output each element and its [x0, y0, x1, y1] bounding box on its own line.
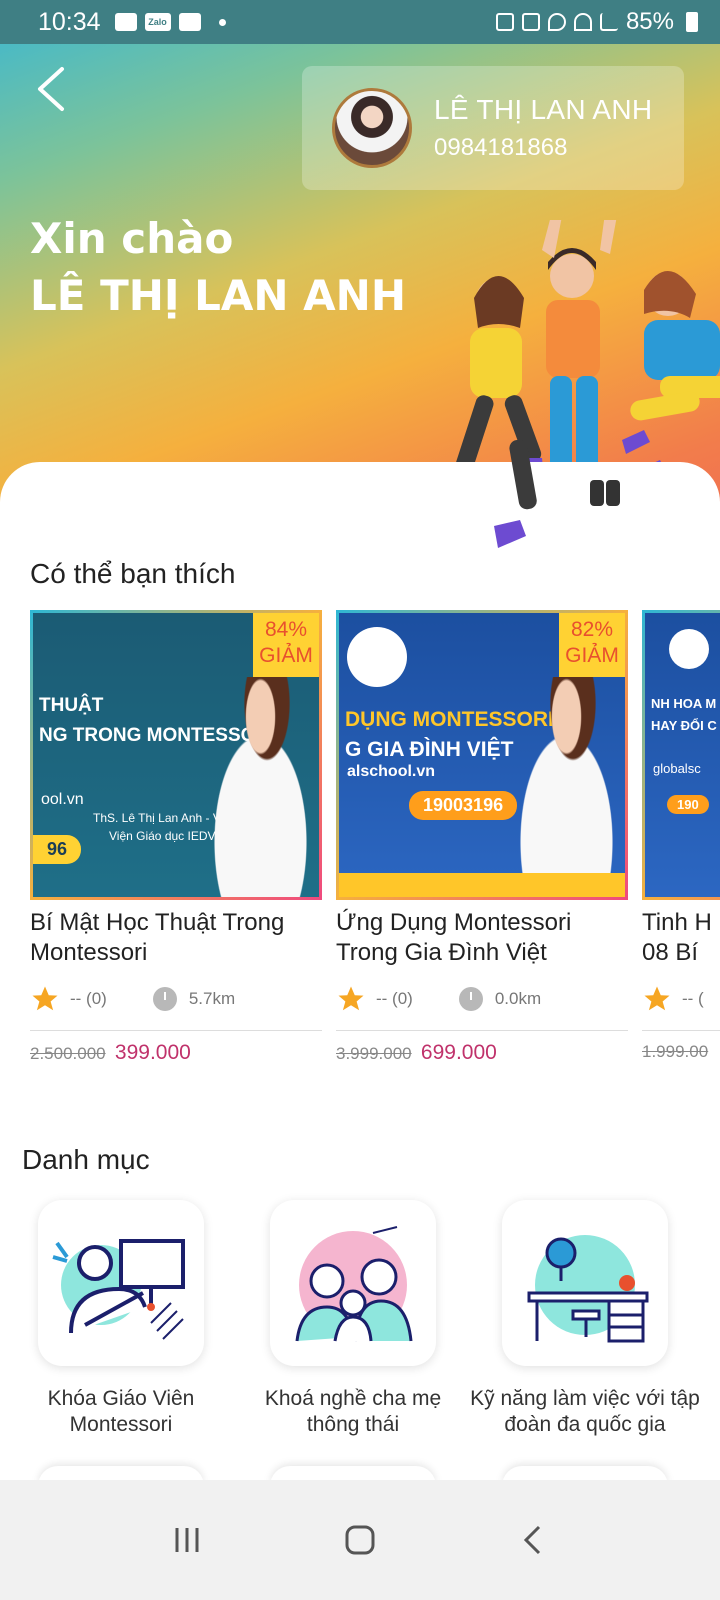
avatar — [332, 88, 412, 168]
course-price: 2.500.000 399.000 — [30, 1041, 322, 1065]
recommend-section-title: Có thể bạn thích — [30, 558, 236, 589]
category-tile[interactable] — [502, 1200, 668, 1366]
youtube-icon — [178, 13, 201, 31]
star-icon — [32, 986, 58, 1011]
wifi-icon — [573, 13, 592, 31]
signal-icon — [599, 13, 618, 31]
star-icon — [644, 986, 670, 1011]
category-item[interactable]: Khóa Giáo Viên Montessori — [6, 1200, 236, 1438]
back-button[interactable] — [30, 64, 70, 114]
mute-icon — [521, 13, 540, 31]
course-price: 3.999.000 699.000 — [336, 1041, 628, 1065]
user-info: LÊ THỊ LAN ANH 0984181868 — [434, 94, 652, 162]
category-tile[interactable] — [270, 1200, 436, 1366]
divider — [336, 1030, 628, 1031]
course-card[interactable]: THUẬT NG TRONG MONTESSORI ool.vn ThS. Lê… — [30, 610, 322, 1065]
thumb-url: globalsc — [653, 761, 701, 776]
user-profile-card[interactable]: LÊ THỊ LAN ANH 0984181868 — [302, 66, 684, 190]
family-icon — [295, 1226, 413, 1342]
course-meta: -- ( — [642, 984, 720, 1014]
recent-apps-button[interactable] — [157, 1510, 217, 1570]
category-label: Kỹ năng làm việc với tập đoàn đa quốc gi… — [470, 1387, 700, 1436]
battery-icon — [686, 12, 698, 32]
home-icon — [345, 1525, 375, 1555]
thumb-url: alschool.vn — [347, 763, 436, 780]
category-section-title: Danh mục — [22, 1144, 150, 1175]
recent-apps-icon — [175, 1528, 199, 1552]
old-price: 1.999.00 — [642, 1042, 709, 1061]
new-price: 699.000 — [420, 1041, 497, 1064]
course-title: Tinh H 08 Bí — [642, 909, 712, 966]
thumb-person-image — [495, 677, 625, 897]
status-time: 10:34 — [38, 7, 101, 36]
divider — [30, 1030, 322, 1031]
course-meta: -- (0) 5.7km — [30, 984, 322, 1014]
category-label: Khóa Giáo Viên Montessori — [47, 1387, 195, 1436]
teacher-icon — [52, 1239, 185, 1340]
system-nav-bar — [0, 1480, 720, 1600]
chevron-left-icon — [38, 67, 64, 111]
user-name: LÊ THỊ LAN ANH — [434, 94, 653, 125]
system-back-button[interactable] — [503, 1510, 563, 1570]
course-distance: 5.7km — [188, 989, 236, 1008]
distance-icon — [152, 987, 177, 1011]
new-price: 399.000 — [114, 1041, 191, 1064]
thumb-url: ool.vn — [41, 791, 84, 808]
thumb-person-image — [189, 677, 319, 897]
course-carousel[interactable]: THUẬT NG TRONG MONTESSORI ool.vn ThS. Lê… — [30, 610, 720, 1070]
thumb-footer-strip — [339, 873, 625, 897]
course-rating: -- ( — [682, 989, 704, 1008]
course-card[interactable]: NH HOA M HAY ĐỔI C globalsc 190 Tinh H 0… — [642, 610, 720, 1063]
battery-percent: 85% — [625, 8, 674, 35]
home-button[interactable] — [330, 1510, 390, 1570]
course-distance: 0.0km — [494, 989, 542, 1008]
course-rating: -- (0) — [70, 989, 107, 1008]
course-price: 1.999.00 — [642, 1041, 720, 1063]
course-title: Ứng Dụng Montessori Trong Gia Đình Việt — [336, 909, 572, 966]
course-title: Bí Mật Học Thuật Trong Montessori — [30, 909, 285, 966]
greeting-hello: Xin chào — [30, 214, 234, 263]
course-thumbnail: THUẬT NG TRONG MONTESSORI ool.vn ThS. Lê… — [30, 610, 322, 900]
system-icons: 85% — [495, 8, 698, 36]
category-item[interactable]: Khoá nghề cha mẹ thông thái — [238, 1200, 468, 1438]
workdesk-icon — [527, 1235, 649, 1343]
thumb-phone: 96 — [33, 835, 82, 864]
course-card[interactable]: DỤNG MONTESSORI G GIA ĐÌNH VIỆT alschool… — [336, 610, 628, 1065]
old-price: 2.500.000 — [30, 1044, 106, 1063]
location-icon — [547, 13, 566, 31]
globe-logo — [347, 627, 407, 687]
distance-icon — [458, 987, 483, 1011]
user-phone: 0984181868 — [434, 134, 568, 161]
thumb-headline: NH HOA M HAY ĐỔI C — [651, 696, 717, 733]
discount-badge: 84% GIẢM — [253, 613, 319, 677]
gallery-icon — [114, 13, 137, 31]
thumb-phone: 190 — [667, 795, 709, 814]
category-tile[interactable] — [38, 1200, 204, 1366]
status-bar: 10:34 Zalo 85% — [0, 0, 720, 44]
course-thumbnail: DỤNG MONTESSORI G GIA ĐÌNH VIỆT alschool… — [336, 610, 628, 900]
illustration-overlap — [494, 440, 620, 548]
star-icon — [338, 986, 364, 1011]
old-price: 3.999.000 — [336, 1044, 412, 1063]
battery-saver-icon — [495, 13, 514, 31]
divider — [642, 1030, 720, 1031]
zalo-icon: Zalo — [144, 13, 171, 31]
school-logo — [669, 629, 709, 669]
course-thumbnail: NH HOA M HAY ĐỔI C globalsc 190 — [642, 610, 720, 900]
greeting-name: LÊ THỊ LAN ANH — [30, 271, 406, 320]
course-rating: -- (0) — [376, 989, 413, 1008]
category-item[interactable]: Kỹ năng làm việc với tập đoàn đa quốc gi… — [470, 1200, 700, 1438]
category-label: Khoá nghề cha mẹ thông thái — [264, 1387, 442, 1436]
notification-icons: Zalo — [114, 13, 226, 31]
back-arrow-icon — [524, 1525, 541, 1555]
discount-badge: 82% GIẢM — [559, 613, 625, 677]
greeting: Xin chào LÊ THỊ LAN ANH — [30, 214, 406, 320]
course-meta: -- (0) 0.0km — [336, 984, 628, 1014]
more-notifications-dot — [218, 18, 226, 26]
